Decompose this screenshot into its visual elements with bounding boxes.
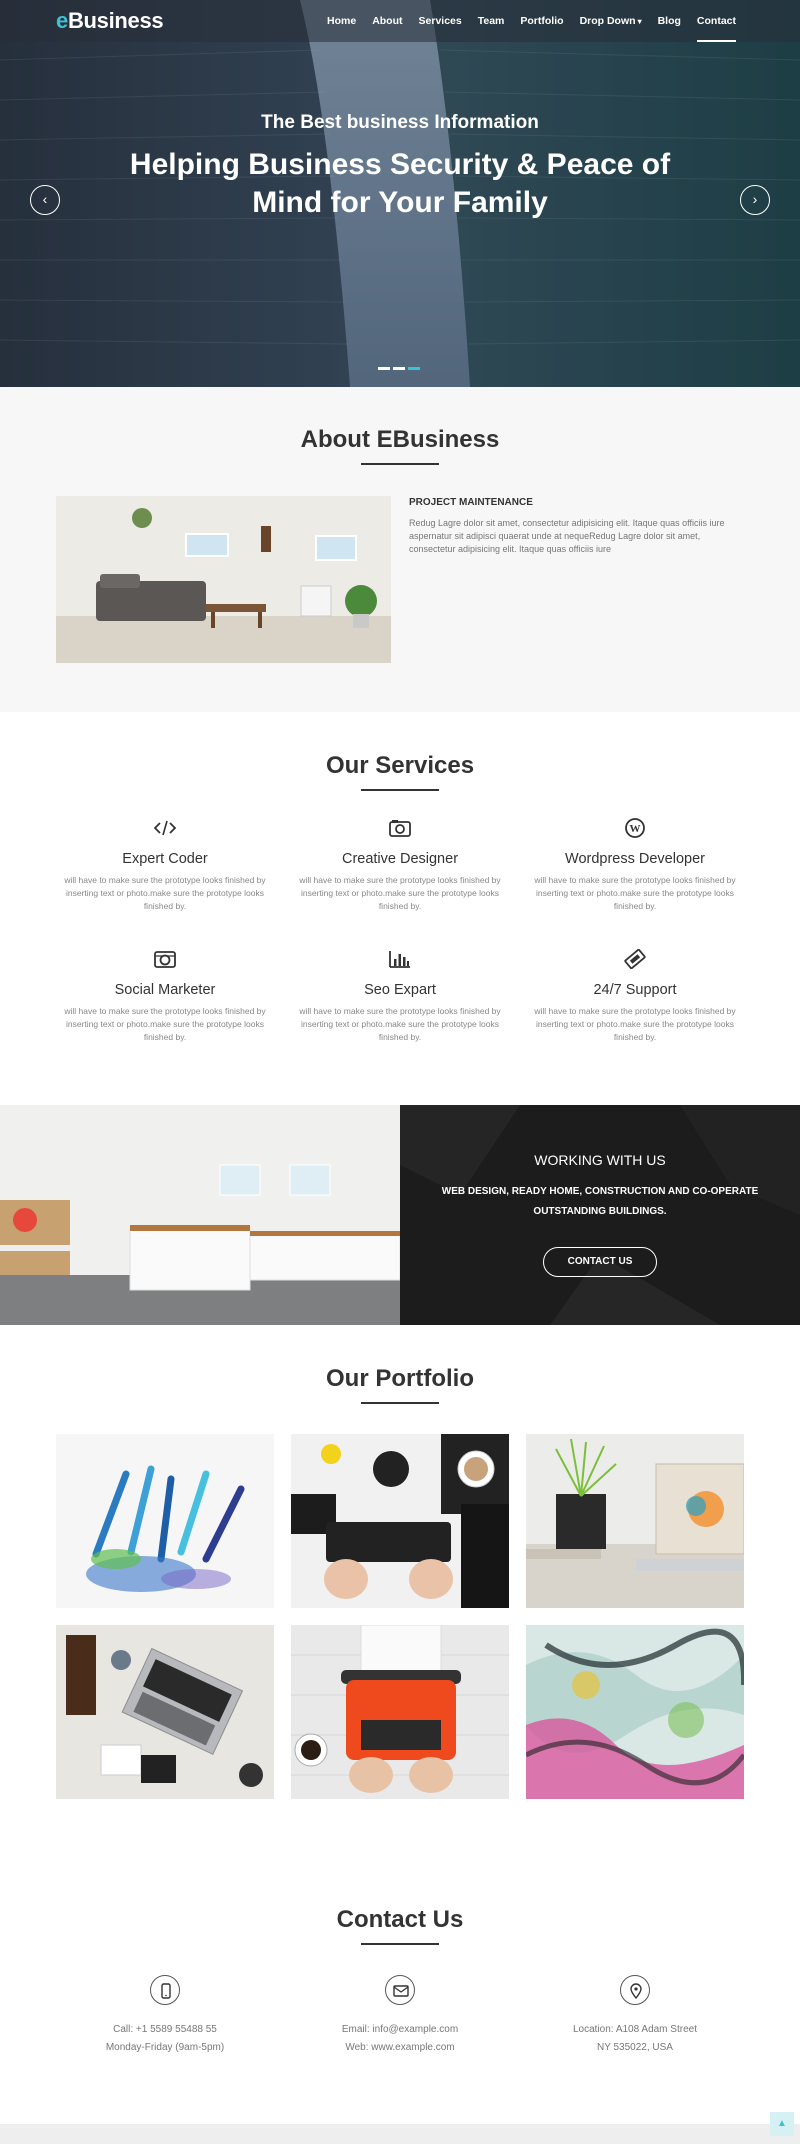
slider-prev-button[interactable]: ‹ <box>30 185 60 215</box>
service-item: W Wordpress Developer will have to make … <box>525 818 745 913</box>
service-item: Seo Expart will have to make sure the pr… <box>290 949 510 1044</box>
logo[interactable]: eBusiness <box>56 8 164 34</box>
portfolio-item-pencils[interactable] <box>56 1434 274 1608</box>
about-text: Redug Lagre dolor sit amet, consectetur … <box>409 518 725 554</box>
service-item: Expert Coder will have to make sure the … <box>55 818 275 913</box>
main-menu: Home About Services Team Portfolio Drop … <box>311 0 737 42</box>
title-divider <box>361 463 439 465</box>
service-name: Wordpress Developer <box>565 851 705 867</box>
nav-team[interactable]: Team <box>478 0 505 42</box>
contact-phone: Call: +1 5589 55488 55 Monday-Friday (9a… <box>45 1975 285 2057</box>
working-text: WEB DESIGN, READY HOME, CONSTRUCTION AND… <box>441 1186 759 1217</box>
contact-location-line2: NY 535022, USA <box>597 2042 673 2053</box>
arrow-up-icon: ▲ <box>777 2118 787 2129</box>
nav-services[interactable]: Services <box>419 0 462 42</box>
service-desc: will have to make sure the prototype loo… <box>534 1006 736 1042</box>
about-section: About EBusiness PROJECT MAINTENANCE Redu… <box>0 387 800 712</box>
hero-slider: The Best business Information Helping Bu… <box>0 0 800 387</box>
contact-location-line1: Location: A108 Adam Street <box>573 2024 697 2035</box>
portfolio-item-laptop[interactable] <box>56 1625 274 1799</box>
service-item: 24/7 Support will have to make sure the … <box>525 948 745 1044</box>
service-desc: will have to make sure the prototype loo… <box>64 875 266 911</box>
contact-location: Location: A108 Adam Street NY 535022, US… <box>515 1975 755 2057</box>
top-navbar: eBusiness Home About Services Team Portf… <box>0 0 800 42</box>
nav-contact[interactable]: Contact <box>696 0 737 42</box>
living-room-image <box>56 496 391 663</box>
nav-home[interactable]: Home <box>327 0 356 42</box>
portfolio-item-plant[interactable] <box>526 1434 744 1608</box>
logo-text: Business <box>67 8 164 33</box>
service-name: Social Marketer <box>114 982 216 998</box>
hero-subtitle: The Best business Information <box>261 112 539 133</box>
portfolio-item-abstract[interactable] <box>526 1625 744 1799</box>
slider-dot-active[interactable] <box>408 367 420 370</box>
nav-dropdown[interactable]: Drop Down ▾ <box>580 0 642 42</box>
portfolio-title: Our Portfolio <box>326 1365 474 1392</box>
envelope-icon <box>385 1975 415 2005</box>
nav-blog[interactable]: Blog <box>658 0 681 42</box>
contact-phone-line1[interactable]: Call: +1 5589 55488 55 <box>45 2021 285 2039</box>
camera-retro-icon <box>154 951 176 968</box>
service-desc: will have to make sure the prototype loo… <box>299 1006 501 1042</box>
back-to-top-button[interactable]: ▲ <box>770 2112 794 2136</box>
caret-down-icon: ▾ <box>637 17 642 26</box>
contact-email: Email: info@example.com Web: www.example… <box>280 1975 520 2057</box>
mobile-icon <box>150 1975 180 2005</box>
service-desc: will have to make sure the prototype loo… <box>64 1006 266 1042</box>
service-desc: will have to make sure the prototype loo… <box>534 875 736 911</box>
service-item: Creative Designer will have to make sure… <box>290 818 510 913</box>
about-heading: PROJECT MAINTENANCE <box>409 497 533 508</box>
footer-strip <box>0 2124 800 2144</box>
working-title: WORKING WITH US <box>534 1152 666 1168</box>
title-divider <box>361 1943 439 1945</box>
contact-us-button[interactable]: CONTACT US <box>543 1247 657 1277</box>
working-with-us-section: WORKING WITH US WEB DESIGN, READY HOME, … <box>0 1105 800 1325</box>
code-icon <box>153 820 177 836</box>
hero-title: Helping Business Security & Peace of Min… <box>129 148 671 219</box>
wordpress-icon: W <box>625 818 645 838</box>
title-divider <box>361 1402 439 1404</box>
contact-phone-line2: Monday-Friday (9am-5pm) <box>105 2042 225 2053</box>
nav-about[interactable]: About <box>372 0 402 42</box>
contact-email-line[interactable]: Email: info@example.com <box>280 2021 520 2039</box>
camera-icon <box>389 820 411 837</box>
portfolio-item-keyboard[interactable] <box>291 1434 509 1608</box>
ticket-icon <box>624 948 646 970</box>
slider-dot[interactable] <box>378 367 390 370</box>
title-divider <box>361 789 439 791</box>
service-name: 24/7 Support <box>593 982 677 998</box>
svg-text:W: W <box>630 823 641 835</box>
logo-accent: e <box>56 8 68 33</box>
portfolio-item-typewriter[interactable] <box>291 1625 509 1799</box>
services-title: Our Services <box>325 752 475 779</box>
bar-chart-icon <box>389 951 410 968</box>
slider-indicators <box>378 367 423 370</box>
service-name: Creative Designer <box>341 851 459 867</box>
chevron-right-icon: › <box>752 191 758 207</box>
kitchen-image <box>0 1105 400 1325</box>
nav-portfolio[interactable]: Portfolio <box>520 0 563 42</box>
service-desc: will have to make sure the prototype loo… <box>299 875 501 911</box>
service-name: Seo Expart <box>364 982 436 998</box>
about-title: About EBusiness <box>300 426 500 453</box>
service-item: Social Marketer will have to make sure t… <box>55 949 275 1044</box>
service-name: Expert Coder <box>122 851 208 867</box>
chevron-left-icon: ‹ <box>42 191 48 207</box>
map-pin-icon <box>620 1975 650 2005</box>
nav-dropdown-label: Drop Down <box>579 15 636 27</box>
slider-dot[interactable] <box>393 367 405 370</box>
slider-next-button[interactable]: › <box>740 185 770 215</box>
contact-web-line[interactable]: Web: www.example.com <box>280 2039 520 2057</box>
contact-title: Contact Us <box>336 1906 464 1933</box>
